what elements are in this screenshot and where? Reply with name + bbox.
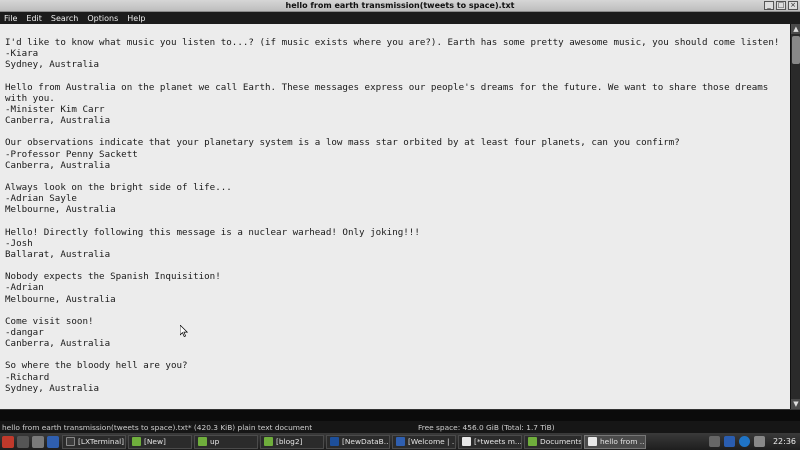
folder-icon	[198, 437, 207, 446]
message-text: Always look on the bright side of life..…	[5, 182, 232, 194]
text-editor-area[interactable]: I'd like to know what music you listen t…	[0, 24, 790, 409]
message-entry: So where the bloody hell are you? -Richa…	[5, 360, 784, 394]
terminal-icon	[66, 437, 75, 446]
menu-edit[interactable]: Edit	[26, 14, 42, 23]
message-text: Hello from Australia on the planet we ca…	[5, 81, 774, 104]
menu-options[interactable]: Options	[87, 14, 118, 23]
database-icon	[330, 437, 339, 446]
message-text: I'd like to know what music you listen t…	[5, 37, 780, 48]
status-file-info: hello from earth transmission(tweets to …	[2, 422, 313, 432]
message-author: -Adrian Sayle	[5, 193, 77, 205]
menu-help[interactable]: Help	[127, 14, 145, 23]
message-entry: Come visit soon! -dangar Canberra, Austr…	[5, 316, 784, 350]
message-location: Melbourne, Australia	[5, 293, 116, 305]
task-hello-from[interactable]: hello from ...	[584, 434, 646, 449]
volume-icon[interactable]	[753, 436, 765, 447]
clock: 22:36	[772, 437, 796, 446]
task-label: hello from ...	[600, 437, 646, 446]
message-entry: Always look on the bright side of life..…	[5, 182, 784, 216]
menu-search[interactable]: Search	[51, 14, 78, 23]
message-location: Sydney, Australia	[5, 59, 100, 71]
hp-icon[interactable]	[738, 436, 750, 447]
browser-launcher-icon[interactable]	[47, 435, 59, 448]
message-author: -Richard	[5, 371, 50, 383]
message-location: Melbourne, Australia	[5, 204, 116, 216]
task-label: [LXTerminal]	[78, 437, 125, 446]
maximize-button[interactable]: □	[776, 1, 786, 10]
message-author: -Josh	[5, 237, 33, 249]
message-location: Ballarat, Australia	[5, 249, 111, 261]
message-location: Canberra, Australia	[5, 115, 111, 127]
task-label: [*tweets m...	[474, 437, 522, 446]
message-text: Hello! Directly following this message i…	[5, 226, 420, 238]
message-entry: Nobody expects the Spanish Inquisition! …	[5, 271, 784, 305]
folder-icon	[264, 437, 273, 446]
vertical-scrollbar[interactable]: ▲ ▼	[790, 24, 800, 409]
task-welcome[interactable]: [Welcome | ...	[392, 434, 456, 449]
message-entry: Hello! Directly following this message i…	[5, 227, 784, 261]
menu-file[interactable]: File	[4, 14, 17, 23]
message-text: Come visit soon!	[5, 315, 94, 327]
terminal-launcher-icon[interactable]	[17, 435, 29, 448]
message-author: -Minister Kim Carr	[5, 104, 105, 116]
message-location: Sydney, Australia	[5, 382, 100, 394]
task-label: Documents	[540, 437, 582, 446]
task-new[interactable]: [New]	[128, 434, 192, 449]
task-lxterminal[interactable]: [LXTerminal]	[62, 434, 126, 449]
scroll-up-icon[interactable]: ▲	[791, 24, 800, 34]
task-up[interactable]: up	[194, 434, 258, 449]
task-newdatab[interactable]: [NewDataB...	[326, 434, 390, 449]
task-label: [New]	[144, 437, 166, 446]
bluetooth-icon[interactable]	[723, 436, 735, 447]
task-label: [Welcome | ...	[408, 437, 456, 446]
minimize-button[interactable]: _	[764, 1, 774, 10]
message-location: Canberra, Australia	[5, 159, 111, 171]
task-label: up	[210, 437, 220, 446]
message-entry: Hello from Australia on the planet we ca…	[5, 82, 784, 127]
message-entry: Our observations indicate that your plan…	[5, 137, 784, 171]
taskbar: [LXTerminal] [New] up [blog2] [NewDataB.…	[0, 433, 800, 450]
message-author: -Kiara	[5, 48, 39, 60]
window-controls: _ □ ×	[764, 1, 798, 10]
task-tweets[interactable]: [*tweets m...	[458, 434, 522, 449]
mouse-pointer-icon	[180, 325, 188, 337]
message-text: Nobody expects the Spanish Inquisition!	[5, 271, 221, 283]
menubar: File Edit Search Options Help	[0, 12, 800, 24]
scroll-thumb[interactable]	[792, 36, 800, 64]
message-location: Canberra, Australia	[5, 338, 111, 350]
text-file-icon	[462, 437, 471, 446]
window-title: hello from earth transmission(tweets to …	[285, 1, 515, 10]
app-icon[interactable]	[708, 436, 720, 447]
browser-icon	[396, 437, 405, 446]
message-text: So where the bloody hell are you?	[5, 360, 188, 372]
task-label: [NewDataB...	[342, 437, 390, 446]
folder-launcher-icon[interactable]	[32, 435, 44, 448]
task-documents[interactable]: Documents	[524, 434, 582, 449]
menu-launcher-icon[interactable]	[2, 435, 14, 448]
message-entry: I'd like to know what music you listen t…	[5, 37, 784, 71]
folder-icon	[132, 437, 141, 446]
message-author: -dangar	[5, 327, 44, 339]
status-free-space: Free space: 456.0 GiB (Total: 1.7 TiB)	[418, 422, 555, 432]
status-bar: hello from earth transmission(tweets to …	[0, 421, 800, 433]
message-text: Our observations indicate that your plan…	[5, 137, 680, 149]
close-button[interactable]: ×	[788, 1, 798, 10]
system-tray: 22:36	[708, 436, 800, 447]
text-file-icon	[588, 437, 597, 446]
scroll-down-icon[interactable]: ▼	[791, 399, 800, 409]
window-titlebar[interactable]: hello from earth transmission(tweets to …	[0, 0, 800, 12]
task-label: [blog2]	[276, 437, 303, 446]
folder-icon	[528, 437, 537, 446]
message-author: -Professor Penny Sackett	[5, 148, 138, 160]
message-author: -Adrian	[5, 282, 44, 294]
task-blog2[interactable]: [blog2]	[260, 434, 324, 449]
hidden-text-row	[0, 409, 800, 421]
